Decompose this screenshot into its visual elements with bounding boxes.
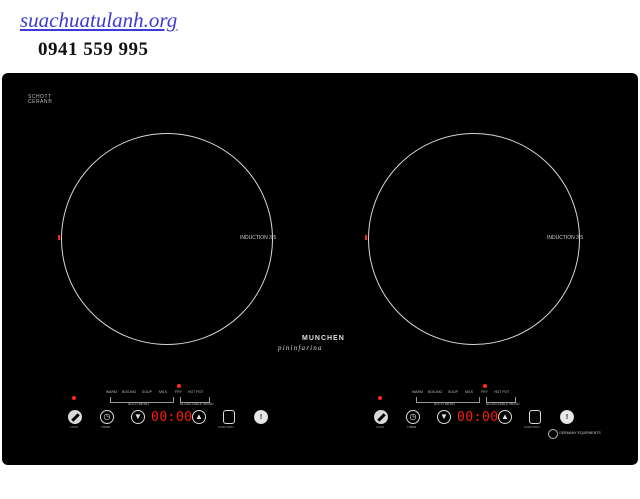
timer-label: TIMER	[407, 425, 417, 429]
schott-ceran-badge: SCHOTT CERAN®	[28, 94, 53, 105]
mode-fry[interactable]: FRY	[175, 390, 182, 394]
mode-hot-pot[interactable]: HOT POT	[494, 390, 510, 394]
power-button[interactable]: !	[254, 410, 268, 424]
power-icon: !	[565, 413, 569, 421]
induction-cooktop: SCHOTT CERAN® INDUCTION 3.5 INDUCTION 3.…	[2, 73, 638, 465]
auto-menu-label: AUTO MENU	[128, 402, 149, 406]
brand-logo: MUNCHEN	[302, 335, 345, 342]
adjustable-menu-label: ADJUSTABLE MENU	[180, 402, 214, 406]
mode-milk[interactable]: MILK	[159, 390, 167, 394]
power-icon: !	[259, 413, 263, 421]
lock-label: LOCK	[376, 425, 385, 429]
mode-boiling[interactable]: BOILING	[428, 390, 442, 394]
decrease-button[interactable]: ▼	[437, 410, 451, 424]
function-label: FUNCTION	[524, 425, 540, 429]
mode-fry[interactable]: FRY	[481, 390, 488, 394]
clock-icon: ◷	[103, 412, 111, 421]
control-panel-left: WARM BOILING SOUP MILK FRY HOT POT AUTO …	[64, 373, 284, 443]
power-button[interactable]: !	[560, 410, 574, 424]
mode-milk[interactable]: MILK	[465, 390, 473, 394]
watermark-site-link[interactable]: suachuatulanh.org	[20, 8, 177, 33]
led-display: 00:00	[151, 410, 193, 425]
function-button[interactable]	[223, 410, 235, 424]
triangle-down-icon: ▼	[440, 412, 448, 421]
mode-soup[interactable]: SOUP	[448, 390, 458, 394]
timer-button[interactable]: ◷	[100, 410, 114, 424]
triangle-up-icon: ▲	[501, 412, 509, 421]
zone-right-label: INDUCTION 3.5	[547, 235, 584, 241]
function-label: FUNCTION	[218, 425, 234, 429]
zone-right-marker	[365, 235, 367, 240]
mode-warm[interactable]: WARM	[106, 390, 117, 394]
lock-indicator-light	[378, 396, 382, 400]
lock-button[interactable]	[374, 410, 388, 424]
function-button[interactable]	[529, 410, 541, 424]
zone-left-label: INDUCTION 3.5	[240, 235, 277, 241]
mode-warm[interactable]: WARM	[412, 390, 423, 394]
timer-label: TIMER	[101, 425, 111, 429]
mode-soup[interactable]: SOUP	[142, 390, 152, 394]
mode-indicator-light	[483, 384, 487, 388]
watermark-phone: 0941 559 995	[38, 39, 149, 60]
mode-indicator-light	[177, 384, 181, 388]
increase-button[interactable]: ▲	[498, 410, 512, 424]
lock-button[interactable]	[68, 410, 82, 424]
triangle-up-icon: ▲	[195, 412, 203, 421]
auto-menu-label: AUTO MENU	[434, 402, 455, 406]
lock-label: LOCK	[70, 425, 79, 429]
germany-equipment-label: GERMANY EQUIPMENTS	[559, 431, 601, 435]
timer-button[interactable]: ◷	[406, 410, 420, 424]
lock-indicator-light	[72, 396, 76, 400]
triangle-down-icon: ▼	[134, 412, 142, 421]
adjustable-menu-label: ADJUSTABLE MENU	[486, 402, 520, 406]
decrease-button[interactable]: ▼	[131, 410, 145, 424]
clock-icon: ◷	[409, 412, 417, 421]
increase-button[interactable]: ▲	[192, 410, 206, 424]
mode-boiling[interactable]: BOILING	[122, 390, 136, 394]
brand-sub-logo: pininfarina	[278, 344, 323, 352]
led-display: 00:00	[457, 410, 499, 425]
mode-hot-pot[interactable]: HOT POT	[188, 390, 204, 394]
germany-equipment-icon	[548, 429, 558, 439]
zone-left-marker	[58, 235, 60, 240]
